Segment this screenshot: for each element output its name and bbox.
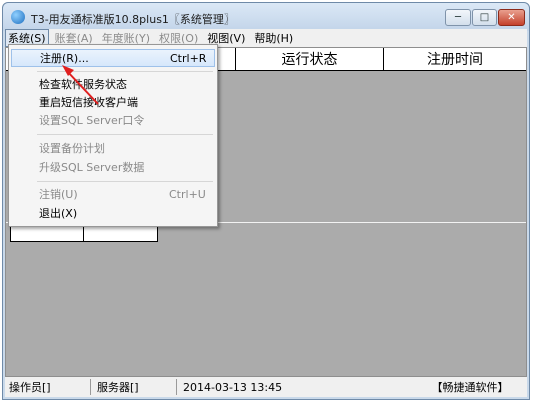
menu-item-label: 设置备份计划 — [39, 142, 105, 155]
menu-item-label: 重启短信接收客户端 — [39, 96, 138, 109]
menu-item-logout[interactable]: 注销(U) Ctrl+U — [11, 185, 215, 203]
menu-separator — [37, 71, 213, 72]
window-title: T3-用友通标准版10.8plus1〖系统管理〗 — [31, 13, 235, 26]
menu-help[interactable]: 帮助(H) — [251, 29, 296, 47]
menu-item-sql-password[interactable]: 设置SQL Server口令 — [11, 111, 215, 129]
system-menu-dropdown: 注册(R)... Ctrl+R 检查软件服务状态 重启短信接收客户端 设置SQL… — [8, 44, 218, 227]
menu-item-shortcut: Ctrl+U — [169, 187, 206, 201]
menu-item-label: 注销(U) — [39, 188, 78, 201]
menu-item-upgrade-sql[interactable]: 升级SQL Server数据 — [11, 158, 215, 176]
maximize-button[interactable]: □ — [472, 9, 497, 26]
title-bar[interactable]: T3-用友通标准版10.8plus1〖系统管理〗 ─ □ ✕ — [3, 3, 529, 31]
menu-item-label: 检查软件服务状态 — [39, 78, 127, 91]
menu-item-exit[interactable]: 退出(X) — [11, 204, 215, 222]
maximize-icon: □ — [479, 12, 490, 23]
status-datetime: 2014-03-13 13:45 — [183, 380, 283, 394]
menu-item-restart-sms-client[interactable]: 重启短信接收客户端 — [11, 93, 215, 111]
status-bar: 操作员[] 服务器[] 2014-03-13 13:45 【畅捷通软件】 — [5, 377, 527, 397]
minimize-button[interactable]: ─ — [445, 9, 471, 26]
menu-item-backup-plan[interactable]: 设置备份计划 — [11, 139, 215, 157]
menu-item-label: 注册(R)... — [40, 52, 89, 65]
close-button[interactable]: ✕ — [498, 9, 525, 26]
close-icon: ✕ — [507, 12, 516, 23]
menu-item-label: 设置SQL Server口令 — [39, 114, 145, 127]
status-operator: 操作员[] — [9, 379, 91, 395]
menu-item-check-service[interactable]: 检查软件服务状态 — [11, 75, 215, 93]
menu-item-label: 退出(X) — [39, 207, 78, 220]
grid-column-register-time[interactable]: 注册时间 — [384, 48, 526, 70]
status-brand: 【畅捷通软件】 — [431, 381, 509, 394]
grid-column-status[interactable]: 运行状态 — [236, 48, 384, 70]
menu-item-register[interactable]: 注册(R)... Ctrl+R — [11, 49, 215, 67]
minimize-icon: ─ — [454, 12, 462, 23]
menu-item-label: 升级SQL Server数据 — [39, 161, 145, 174]
menu-separator — [37, 181, 213, 182]
status-server: 服务器[] — [97, 379, 177, 395]
menu-item-shortcut: Ctrl+R — [170, 51, 207, 65]
menu-separator — [37, 134, 213, 135]
app-globe-icon — [11, 10, 25, 24]
